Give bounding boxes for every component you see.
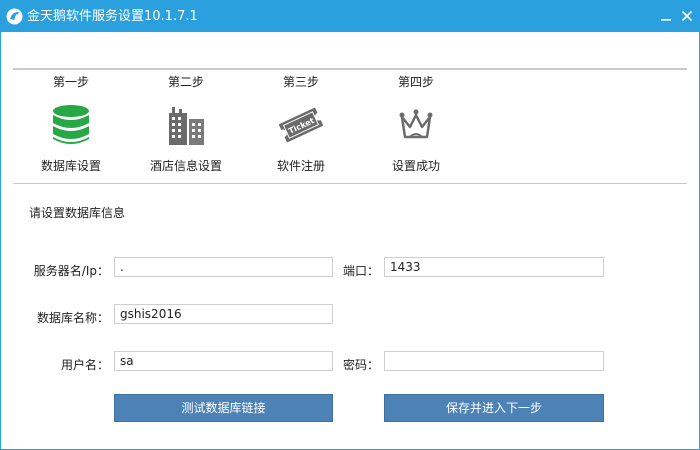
section-title: 请设置数据库信息 xyxy=(29,206,126,220)
save-next-button[interactable]: 保存并进入下一步 xyxy=(384,394,604,422)
hotel-building-icon xyxy=(169,107,204,145)
step-1-database: 第一步 数据库设置 xyxy=(16,71,126,181)
title-bar[interactable]: 金天鹅软件服务设置10.1.7.1 xyxy=(1,1,699,32)
step-name: 设置成功 xyxy=(391,159,440,173)
step-label: 第二步 xyxy=(167,75,204,89)
database-name-input[interactable] xyxy=(114,304,333,324)
step-name: 数据库设置 xyxy=(40,159,101,173)
step-label: 第三步 xyxy=(282,75,319,89)
server-label: 服务器名/Ip： xyxy=(33,264,109,278)
app-logo-icon xyxy=(6,8,23,25)
ticket-icon: Ticket xyxy=(279,107,323,143)
steps-top-divider xyxy=(13,68,687,70)
test-connection-button[interactable]: 测试数据库链接 xyxy=(114,394,333,422)
database-name-label: 数据库名称： xyxy=(36,311,109,325)
database-icon xyxy=(53,105,89,144)
settings-window: 金天鹅软件服务设置10.1.7.1 第一步 数据库设置 第二步 酒店信息设置 第… xyxy=(0,0,700,450)
steps-bottom-divider xyxy=(13,183,687,184)
password-label: 密码： xyxy=(342,358,379,372)
minimize-icon[interactable] xyxy=(659,8,673,24)
server-input[interactable] xyxy=(114,257,333,277)
step-name: 软件注册 xyxy=(276,159,325,173)
port-input[interactable] xyxy=(384,257,604,277)
window-title: 金天鹅软件服务设置10.1.7.1 xyxy=(27,9,198,24)
username-input[interactable] xyxy=(114,351,333,371)
step-3-register: 第三步 Ticket 软件注册 xyxy=(246,71,356,181)
step-4-success: 第四步 设置成功 xyxy=(361,71,471,181)
step-name: 酒店信息设置 xyxy=(149,159,222,173)
crown-icon xyxy=(399,109,433,139)
close-icon[interactable] xyxy=(680,8,694,24)
port-label: 端口： xyxy=(342,264,379,278)
step-2-hotel-info: 第二步 酒店信息设置 xyxy=(131,71,241,181)
step-label: 第一步 xyxy=(52,75,89,89)
password-input[interactable] xyxy=(384,351,604,371)
username-label: 用户名： xyxy=(60,358,109,372)
step-label: 第四步 xyxy=(397,75,434,89)
